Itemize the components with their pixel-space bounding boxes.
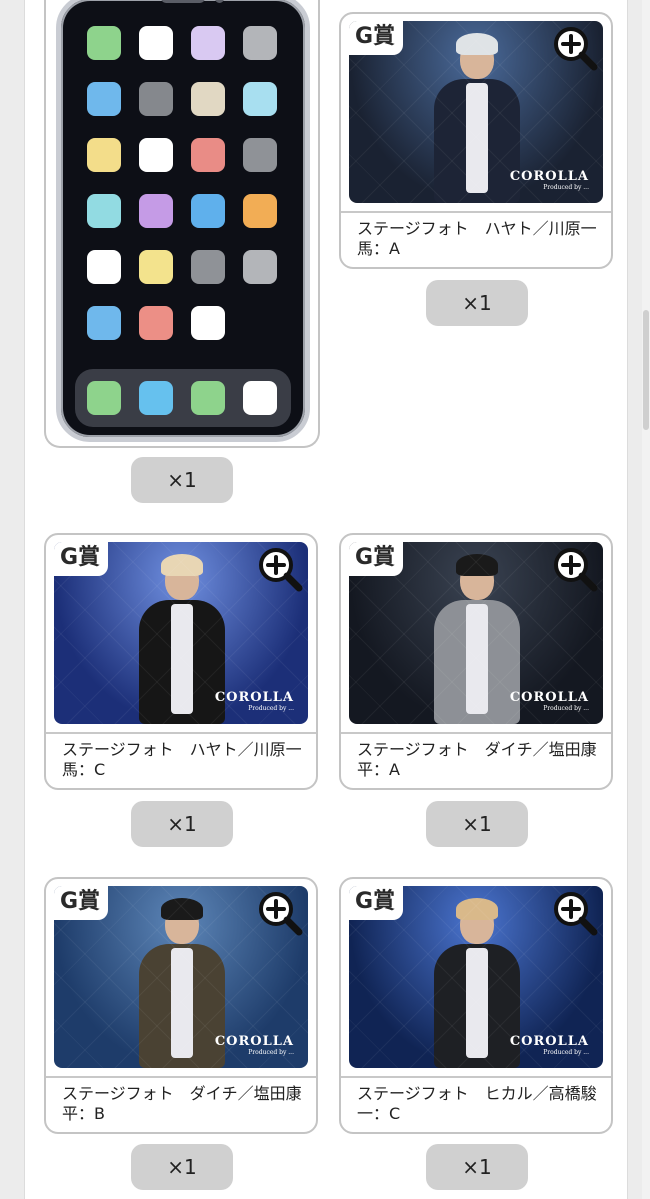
zoom-in-icon[interactable] [551,24,599,72]
app-icon [243,82,277,116]
app-icon [243,194,277,228]
dock-app-icon [243,381,277,415]
phone-mockup [56,0,310,442]
app-icon [191,82,225,116]
quantity-badge: ×1 [131,801,233,847]
app-icon [243,138,277,172]
corolla-logo: COROLLA Produced by ... [214,1034,294,1056]
prize-caption: ステージフォト ヒカル／高橋駿一：C [341,1076,611,1132]
quantity-badge: ×1 [131,457,233,503]
dock-app-icon [139,381,173,415]
app-icon [243,26,277,60]
dock-app-icon [191,381,225,415]
corolla-logo: COROLLA Produced by ... [214,690,294,712]
app-icon [139,250,173,284]
prize-grade-badge: G賞 [349,21,404,55]
phone-speaker [161,0,205,3]
app-icon [139,26,173,60]
prize-grade-badge: G賞 [54,542,109,576]
prize-card[interactable]: COROLLA Produced by ... G賞 ステージフォト ハヤト／川原… [44,533,318,790]
quantity-badge: ×1 [426,801,528,847]
prize-caption: ステージフォト ハヤト／川原一馬：A [341,211,611,267]
prize-card[interactable]: COROLLA Produced by ... G賞 ステージフォト ヒカル／高橋… [339,877,613,1134]
prize-card[interactable]: COROLLA Produced by ... G賞 ステージフォト ダイチ／塩田… [44,877,318,1134]
phone-dock [75,369,291,427]
app-icon [87,194,121,228]
app-icon [139,194,173,228]
corolla-logo: COROLLA Produced by ... [509,690,589,712]
corolla-logo: COROLLA Produced by ... [509,169,589,191]
prize-card[interactable]: COROLLA Produced by ... G賞 ステージフォト ダイチ／塩田… [339,533,613,790]
app-icon [243,250,277,284]
prize-grade-badge: G賞 [349,886,404,920]
app-icon [191,138,225,172]
app-icon [191,26,225,60]
zoom-in-icon[interactable] [551,545,599,593]
app-icon [87,250,121,284]
zoom-in-icon[interactable] [551,889,599,937]
app-icon [191,306,225,340]
app-icon [87,26,121,60]
quantity-badge: ×1 [131,1144,233,1190]
quantity-badge: ×1 [426,280,528,326]
prize-caption: ステージフォト ダイチ／塩田康平：A [341,732,611,788]
zoom-in-icon[interactable] [256,545,304,593]
dock-app-icon [87,381,121,415]
prize-image[interactable]: COROLLA Produced by ... G賞 [54,886,308,1068]
corolla-logo: COROLLA Produced by ... [509,1034,589,1056]
phone-camera [215,0,224,3]
app-icon [87,82,121,116]
prize-grade-badge: G賞 [349,542,404,576]
app-icon [139,138,173,172]
zoom-in-icon[interactable] [256,889,304,937]
app-icon [191,250,225,284]
prize-card[interactable]: COROLLA Produced by ... G賞 ステージフォト ハヤト／川原… [339,12,613,269]
prize-image[interactable]: COROLLA Produced by ... G賞 [54,542,308,724]
app-icon [139,82,173,116]
wallpaper-card[interactable] [44,0,320,448]
prize-grade-badge: G賞 [54,886,109,920]
scrollbar[interactable] [642,0,650,1199]
app-icon [191,194,225,228]
app-icon [87,306,121,340]
prize-caption: ステージフォト ダイチ／塩田康平：B [46,1076,316,1132]
scrollbar-thumb[interactable] [643,310,649,430]
prize-image[interactable]: COROLLA Produced by ... G賞 [349,21,603,203]
prize-image[interactable]: COROLLA Produced by ... G賞 [349,886,603,1068]
prize-image[interactable]: COROLLA Produced by ... G賞 [349,542,603,724]
app-icon [139,306,173,340]
prize-caption: ステージフォト ハヤト／川原一馬：C [46,732,316,788]
app-icon [87,138,121,172]
quantity-badge: ×1 [426,1144,528,1190]
